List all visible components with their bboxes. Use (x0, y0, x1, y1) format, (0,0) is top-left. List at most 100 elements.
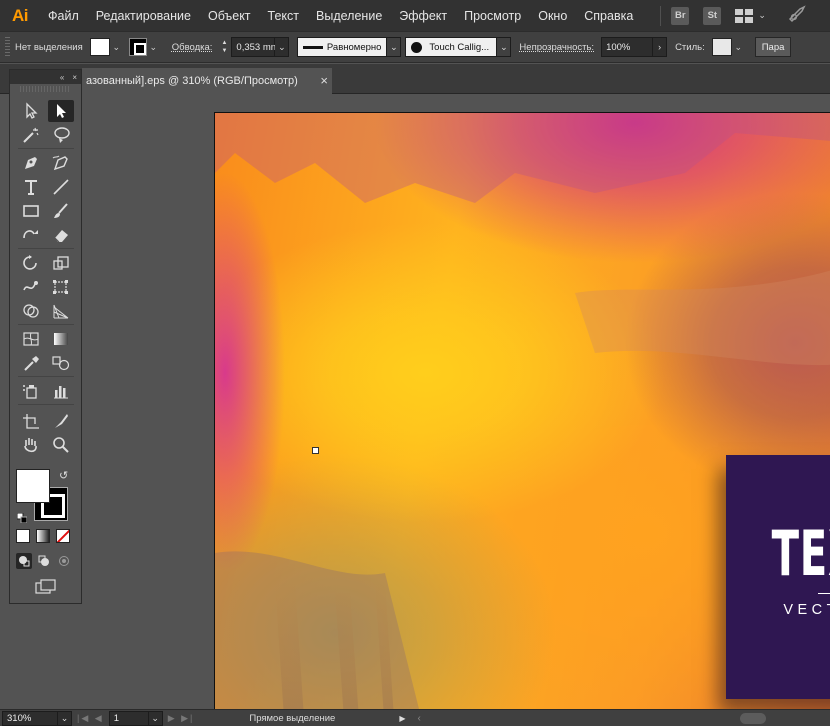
menu-window[interactable]: Окно (538, 9, 567, 23)
opacity-field[interactable]: 100% (601, 37, 654, 57)
stock-button[interactable]: St (703, 6, 722, 25)
draw-normal-icon[interactable] (16, 553, 32, 569)
chevron-down-icon[interactable]: ⌄ (497, 37, 512, 57)
control-bar: Нет выделения ⌄ ⌄ Обводка: ▲ ▼ 0,353 mn ⌄… (0, 31, 830, 63)
stroke-swatch[interactable] (128, 38, 147, 56)
variable-width-profile-dropdown[interactable]: Равномерно (297, 37, 388, 57)
shaper-icon[interactable] (18, 224, 44, 246)
slice-icon[interactable] (48, 410, 74, 432)
chevron-down-icon: ⌄ (758, 10, 766, 20)
chevron-down-icon[interactable]: ⌄ (732, 38, 745, 56)
current-tool-status: Прямое выделение (249, 712, 336, 724)
workspace-grid-icon[interactable]: ⌄ (735, 8, 766, 23)
chevron-down-icon[interactable]: ⌄ (148, 710, 163, 726)
menu-type[interactable]: Текст (268, 9, 299, 23)
menu-view[interactable]: Просмотр (464, 9, 521, 23)
chevron-down-icon[interactable]: ⌄ (387, 37, 402, 57)
swap-fill-stroke-icon[interactable]: ↺ (59, 469, 68, 482)
symbol-sprayer-icon[interactable] (18, 380, 44, 402)
horizontal-scrollbar[interactable] (740, 713, 766, 724)
tools-panel-header[interactable]: « × (10, 70, 81, 84)
graphic-style-swatch[interactable] (711, 38, 732, 56)
artboard-nav-next-icon[interactable]: ▶ ▶| (168, 713, 195, 724)
magic-wand-icon[interactable] (18, 124, 44, 146)
free-transform-icon[interactable] (48, 276, 74, 298)
rotate-icon[interactable] (18, 252, 44, 274)
artboard-icon[interactable] (18, 410, 44, 432)
draw-inside-icon[interactable] (56, 553, 72, 569)
menu-bar: Ai Файл Редактирование Объект Текст Выде… (0, 0, 830, 31)
gpu-rocket-icon[interactable] (786, 5, 808, 26)
rectangle-icon[interactable] (18, 200, 44, 222)
fill-swatch[interactable] (89, 38, 110, 56)
stroke-stepper[interactable]: ▲ ▼ (219, 39, 229, 55)
hand-icon[interactable] (18, 434, 44, 456)
gradient-icon[interactable] (48, 328, 74, 350)
anchor-point-handle[interactable] (312, 447, 319, 454)
column-graph-icon[interactable] (48, 380, 74, 402)
scale-icon[interactable] (48, 252, 74, 274)
brush-dot-icon (411, 41, 423, 53)
eyedropper-icon[interactable] (18, 352, 44, 374)
scroll-left-arrow-icon[interactable]: ‹ (418, 713, 421, 724)
divider-line (817, 593, 830, 594)
opacity-label[interactable]: Непрозрачность: (519, 42, 594, 53)
profile-value: Равномерно (326, 41, 382, 53)
pen-icon[interactable] (18, 152, 44, 174)
perspective-grid-icon[interactable] (48, 300, 74, 322)
line-segment-icon[interactable] (48, 176, 74, 198)
chevron-down-icon[interactable]: ⌄ (110, 38, 123, 56)
texture-title-card[interactable]: TEXTURE VECTOR GRUNGE (726, 455, 830, 699)
selection-arrow-icon[interactable] (48, 100, 74, 122)
menu-select[interactable]: Выделение (316, 9, 382, 23)
blend-icon[interactable] (48, 352, 74, 374)
control-bar-grip[interactable] (5, 37, 10, 57)
menu-help[interactable]: Справка (584, 9, 633, 23)
document-tab[interactable]: азованный].eps @ 310% (RGB/Просмотр) × (82, 68, 332, 94)
paragraph-button[interactable]: Пара (754, 37, 792, 57)
artboard[interactable]: TEXTURE VECTOR GRUNGE (214, 112, 830, 709)
brush-definition-dropdown[interactable]: Touch Callig... (405, 37, 498, 57)
artboard-number-field[interactable]: 1 (108, 710, 149, 726)
stroke-label[interactable]: Обводка: (172, 42, 213, 53)
draw-behind-icon[interactable] (36, 553, 52, 569)
chevron-down-icon[interactable]: ⌄ (147, 38, 160, 56)
chevron-down-icon[interactable]: ⌄ (58, 710, 72, 726)
default-fill-stroke-icon[interactable] (16, 510, 28, 524)
menu-file[interactable]: Файл (48, 9, 79, 23)
menu-effect[interactable]: Эффект (399, 9, 447, 23)
gradient-mode-icon[interactable] (36, 529, 50, 543)
artboard-nav-prev-icon[interactable]: |◀ ◀ (77, 713, 104, 724)
color-mode-icon[interactable] (16, 529, 30, 543)
status-menu-arrow-icon[interactable]: ▶ (399, 714, 405, 723)
screen-mode-icon[interactable] (35, 579, 57, 600)
bridge-button[interactable]: Br (671, 6, 690, 25)
direct-selection-hollow-icon[interactable] (18, 100, 44, 122)
lasso-icon[interactable] (48, 124, 74, 146)
panel-grip[interactable] (20, 86, 71, 92)
illustrator-logo: Ai (12, 5, 29, 25)
stroke-weight-field[interactable]: 0,353 mn (231, 37, 276, 57)
curvature-pen-icon[interactable] (48, 152, 74, 174)
chevron-down-icon[interactable]: ⌄ (275, 37, 290, 57)
shape-builder-icon[interactable] (18, 300, 44, 322)
menu-edit[interactable]: Редактирование (96, 9, 191, 23)
close-icon[interactable]: × (320, 73, 328, 88)
color-mode-row (16, 529, 70, 543)
none-mode-icon[interactable] (56, 529, 70, 543)
fill-color-box[interactable] (16, 469, 50, 503)
menu-object[interactable]: Объект (208, 9, 251, 23)
zoom-icon[interactable] (48, 434, 74, 456)
eraser-icon[interactable] (48, 224, 74, 246)
brush-value: Touch Callig... (429, 41, 490, 53)
paintbrush-icon[interactable] (48, 200, 74, 222)
close-icon[interactable]: × (72, 73, 77, 82)
chevron-right-icon[interactable]: › (653, 37, 668, 57)
mesh-icon[interactable] (18, 328, 44, 350)
zoom-field[interactable]: 310% (2, 710, 58, 726)
type-icon[interactable] (18, 176, 44, 198)
warp-icon[interactable] (18, 276, 44, 298)
collapse-icon[interactable]: « (60, 73, 64, 82)
canvas-area[interactable]: TEXTURE VECTOR GRUNGE (0, 95, 830, 709)
style-label: Стиль: (675, 41, 705, 53)
